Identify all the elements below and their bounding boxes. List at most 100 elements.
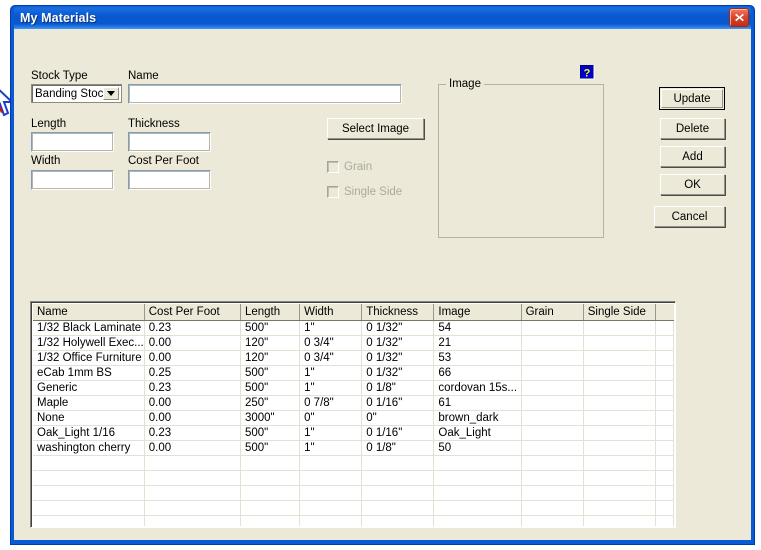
table-cell-empty[interactable] — [33, 470, 145, 486]
table-cell[interactable]: 61 — [433, 395, 522, 411]
width-field[interactable] — [31, 170, 114, 190]
table-cell-empty[interactable] — [240, 470, 301, 486]
column-header-cost-per-foot[interactable]: Cost Per Foot — [144, 304, 241, 321]
thickness-field[interactable] — [128, 132, 211, 152]
table-cell[interactable]: 250" — [240, 395, 301, 411]
table-cell[interactable] — [521, 440, 584, 456]
single-side-checkbox[interactable]: Single Side — [327, 186, 402, 198]
table-cell-empty[interactable] — [655, 485, 674, 501]
table-cell[interactable] — [655, 395, 674, 411]
width-field-inner[interactable] — [33, 172, 112, 188]
table-cell-empty[interactable] — [583, 485, 656, 501]
table-cell-empty[interactable] — [144, 515, 241, 526]
name-field-inner[interactable] — [130, 86, 400, 102]
table-cell[interactable] — [521, 350, 584, 366]
table-cell[interactable]: 0.00 — [144, 350, 241, 366]
table-row-empty[interactable] — [33, 455, 674, 471]
length-field-inner[interactable] — [33, 134, 112, 150]
table-cell-empty[interactable] — [433, 470, 522, 486]
table-cell-empty[interactable] — [299, 485, 363, 501]
table-cell-empty[interactable] — [240, 515, 301, 526]
table-cell[interactable]: eCab 1mm BS — [33, 365, 145, 381]
table-cell-empty[interactable] — [299, 500, 363, 516]
table-cell[interactable] — [583, 440, 656, 456]
table-cell[interactable]: Oak_Light 1/16 — [33, 425, 145, 441]
column-header-blank[interactable] — [655, 304, 674, 321]
column-header-name[interactable]: Name — [33, 304, 145, 321]
table-cell[interactable]: Maple — [33, 395, 145, 411]
table-cell[interactable]: 0 1/8" — [361, 440, 435, 456]
table-cell[interactable]: brown_dark — [433, 410, 522, 426]
table-cell-empty[interactable] — [583, 455, 656, 471]
table-cell-empty[interactable] — [521, 485, 584, 501]
table-cell-empty[interactable] — [521, 470, 584, 486]
table-cell[interactable]: 0.23 — [144, 425, 241, 441]
table-cell-empty[interactable] — [583, 470, 656, 486]
table-cell[interactable]: 1" — [299, 320, 363, 336]
table-row[interactable]: eCab 1mm BS 0.25 500" 1" 0 1/32" 66 — [33, 365, 674, 381]
table-cell-empty[interactable] — [33, 515, 145, 526]
column-header-width[interactable]: Width — [299, 304, 363, 321]
table-cell-empty[interactable] — [240, 485, 301, 501]
close-icon[interactable] — [729, 8, 749, 27]
table-cell[interactable] — [521, 410, 584, 426]
column-header-image[interactable]: Image — [433, 304, 522, 321]
table-cell-empty[interactable] — [433, 455, 522, 471]
table-row-empty[interactable] — [33, 485, 674, 501]
table-cell[interactable] — [583, 335, 656, 351]
table-cell[interactable]: cordovan 15s... — [433, 380, 522, 396]
table-cell[interactable] — [655, 320, 674, 336]
table-cell[interactable]: 1" — [299, 365, 363, 381]
table-cell-empty[interactable] — [521, 515, 584, 526]
table-cell[interactable]: 0.00 — [144, 410, 241, 426]
table-cell[interactable] — [655, 365, 674, 381]
table-row[interactable]: 1/32 Black Laminate 0.23 500" 1" 0 1/32" 54 — [33, 320, 674, 336]
table-row-empty[interactable] — [33, 470, 674, 486]
table-cell[interactable]: 1/32 Office Furniture — [33, 350, 145, 366]
table-cell[interactable] — [521, 335, 584, 351]
table-cell-empty[interactable] — [144, 485, 241, 501]
table-cell[interactable]: 500" — [240, 425, 301, 441]
table-cell[interactable]: 0.23 — [144, 320, 241, 336]
table-cell[interactable]: 21 — [433, 335, 522, 351]
column-header-grain[interactable]: Grain — [521, 304, 584, 321]
table-cell-empty[interactable] — [299, 455, 363, 471]
name-field[interactable] — [128, 84, 402, 104]
table-cell[interactable]: 0" — [361, 410, 435, 426]
table-cell[interactable]: 54 — [433, 320, 522, 336]
table-cell-empty[interactable] — [361, 485, 435, 501]
table-cell[interactable] — [655, 335, 674, 351]
table-row[interactable]: Generic 0.23 500" 1" 0 1/8" cordovan 15s... — [33, 380, 674, 396]
table-cell-empty[interactable] — [144, 500, 241, 516]
table-cell-empty[interactable] — [144, 470, 241, 486]
table-cell-empty[interactable] — [33, 500, 145, 516]
grain-checkbox-box[interactable] — [327, 161, 339, 173]
table-cell[interactable]: 500" — [240, 320, 301, 336]
table-cell[interactable]: 50 — [433, 440, 522, 456]
table-cell[interactable] — [655, 380, 674, 396]
cost-per-foot-field-inner[interactable] — [130, 172, 209, 188]
table-row[interactable]: None 0.00 3000" 0" 0" brown_dark — [33, 410, 674, 426]
table-cell[interactable]: 500" — [240, 380, 301, 396]
table-cell[interactable] — [583, 365, 656, 381]
table-cell[interactable] — [521, 380, 584, 396]
chevron-down-icon[interactable] — [103, 87, 119, 100]
length-field[interactable] — [31, 132, 114, 152]
column-header-single-side[interactable]: Single Side — [583, 304, 656, 321]
single-side-checkbox-box[interactable] — [327, 186, 339, 198]
table-cell[interactable] — [583, 410, 656, 426]
table-cell[interactable]: Oak_Light — [433, 425, 522, 441]
table-cell[interactable]: 0 1/8" — [361, 380, 435, 396]
table-cell[interactable]: 0 1/16" — [361, 425, 435, 441]
table-cell[interactable]: 0 7/8" — [299, 395, 363, 411]
table-cell-empty[interactable] — [655, 455, 674, 471]
table-row[interactable]: Maple 0.00 250" 0 7/8" 0 1/16" 61 — [33, 395, 674, 411]
select-image-button[interactable]: Select Image — [327, 118, 424, 139]
table-cell[interactable]: 3000" — [240, 410, 301, 426]
table-cell-empty[interactable] — [433, 485, 522, 501]
table-cell[interactable] — [583, 380, 656, 396]
stock-type-dropdown[interactable]: Banding Stoc — [31, 84, 122, 103]
table-cell[interactable]: None — [33, 410, 145, 426]
table-cell[interactable]: 0 1/32" — [361, 320, 435, 336]
table-cell[interactable]: Generic — [33, 380, 145, 396]
